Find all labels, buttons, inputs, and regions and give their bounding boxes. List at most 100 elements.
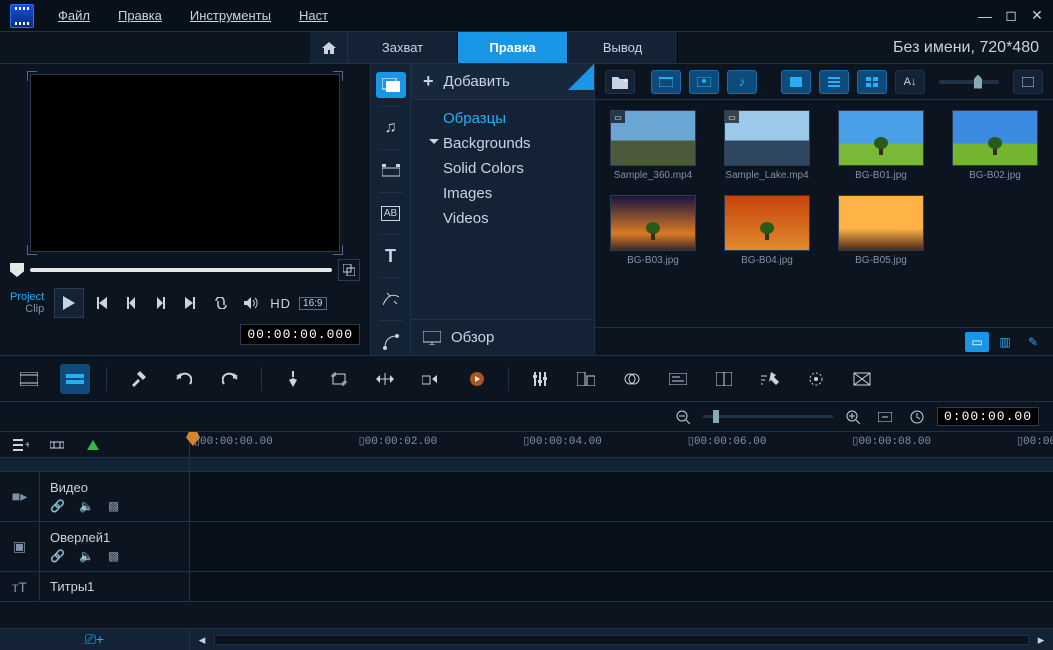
menu-правка[interactable]: Правка — [104, 2, 176, 29]
window-close-button[interactable]: ✕ — [1027, 6, 1047, 26]
hd-toggle[interactable]: HD — [270, 296, 291, 311]
media-clip[interactable]: ▭Sample_Lake.mp4 — [719, 110, 815, 181]
render-button[interactable] — [462, 364, 492, 394]
sort-button[interactable]: A↓ — [895, 70, 925, 94]
scroll-left-button[interactable]: ◂ — [194, 633, 210, 647]
browse-button[interactable]: Обзор — [411, 319, 594, 355]
subtitle-button[interactable] — [663, 364, 693, 394]
media-clip[interactable]: ▭Sample_360.mp4 — [605, 110, 701, 181]
track-options-button[interactable]: + — [10, 435, 32, 455]
window-minimize-button[interactable]: — — [975, 6, 995, 26]
import-folder-button[interactable]: + — [605, 70, 635, 94]
timeline-scrollbar[interactable] — [214, 635, 1029, 645]
time-button[interactable] — [905, 405, 929, 429]
mixer-button[interactable] — [525, 364, 555, 394]
fit-timeline-button[interactable] — [873, 405, 897, 429]
tree-item[interactable]: Videos — [429, 206, 584, 231]
media-clip[interactable]: BG-B02.jpg — [947, 110, 1043, 181]
zoom-out-button[interactable] — [671, 405, 695, 429]
overlay-button[interactable] — [617, 364, 647, 394]
tree-item[interactable]: Образцы — [429, 106, 584, 131]
multicam-button[interactable] — [847, 364, 877, 394]
link-icon[interactable]: 🔗 — [50, 499, 65, 513]
window-maximize-button[interactable]: ◻ — [1001, 6, 1021, 26]
scroll-right-button[interactable]: ▸ — [1033, 633, 1049, 647]
footer-view-b[interactable]: ▥ — [993, 332, 1017, 352]
track-header[interactable]: Оверлей1🔗🔈▩ — [40, 522, 190, 571]
motion-button[interactable] — [755, 364, 785, 394]
zoom-in-button[interactable] — [841, 405, 865, 429]
track-lane[interactable] — [190, 472, 1053, 521]
record-button[interactable] — [278, 364, 308, 394]
mode-tab-правка[interactable]: Правка — [458, 32, 568, 63]
mute-icon[interactable]: 🔈 — [79, 549, 94, 563]
aspect-toggle[interactable]: 16:9 — [299, 297, 326, 310]
footer-edit[interactable]: ✎ — [1021, 332, 1045, 352]
menu-файл[interactable]: Файл — [44, 2, 104, 29]
marker-button[interactable] — [324, 364, 354, 394]
preview-monitor[interactable] — [30, 74, 340, 252]
redo-button[interactable] — [215, 364, 245, 394]
fx-slot-icon[interactable]: ▩ — [108, 499, 119, 513]
play-button[interactable] — [54, 288, 84, 318]
timeline-timecode[interactable]: 0:00:00.00 — [937, 407, 1039, 426]
goto-end-button[interactable] — [180, 292, 202, 314]
view-thumb-button[interactable] — [781, 70, 811, 94]
timeline-zoom-slider[interactable] — [703, 415, 833, 418]
footer-view-a[interactable]: ▭ — [965, 332, 989, 352]
next-frame-button[interactable] — [150, 292, 172, 314]
preview-mode-labels[interactable]: Project Clip — [10, 291, 48, 315]
insert-button[interactable] — [416, 364, 446, 394]
tree-item[interactable]: Backgrounds — [429, 131, 584, 156]
menu-инструменты[interactable]: Инструменты — [176, 2, 285, 29]
ripple-button[interactable] — [82, 435, 104, 455]
media-clip[interactable]: BG-B01.jpg — [833, 110, 929, 181]
libtab-title[interactable]: AB — [376, 200, 406, 226]
mode-tab-захват[interactable]: Захват — [348, 32, 458, 63]
mute-icon[interactable]: 🔈 — [79, 499, 94, 513]
storyboard-mode-button[interactable] — [14, 364, 44, 394]
filter-image-button[interactable] — [689, 70, 719, 94]
view-grid-button[interactable] — [857, 70, 887, 94]
track-lane[interactable] — [190, 522, 1053, 571]
track-header[interactable]: Видео🔗🔈▩ — [40, 472, 190, 521]
tools-button[interactable] — [123, 364, 153, 394]
pin-icon[interactable] — [568, 64, 594, 90]
snapping-button[interactable] — [46, 435, 68, 455]
timeline-mode-button[interactable] — [60, 364, 90, 394]
menu-наст[interactable]: Наст — [285, 2, 342, 29]
libtab-audio[interactable]: ♫ — [376, 115, 406, 141]
home-button[interactable] — [310, 32, 348, 63]
timeline-ruler[interactable]: ▯00:00:00.00▯00:00:02.00▯00:00:04.00▯00:… — [190, 432, 1053, 457]
volume-button[interactable] — [240, 292, 262, 314]
mode-tab-вывод[interactable]: Вывод — [568, 32, 678, 63]
goto-start-button[interactable] — [90, 292, 112, 314]
seek-track[interactable] — [30, 268, 332, 272]
media-clip[interactable]: BG-B05.jpg — [833, 195, 929, 266]
fx-slot-icon[interactable]: ▩ — [108, 549, 119, 563]
libtab-media[interactable] — [376, 72, 406, 98]
undo-button[interactable] — [169, 364, 199, 394]
libtab-text[interactable]: T — [376, 243, 406, 269]
filter-audio-button[interactable]: ♪ — [727, 70, 757, 94]
filter-video-button[interactable] — [651, 70, 681, 94]
loop-button[interactable] — [210, 292, 232, 314]
stretch-button[interactable] — [370, 364, 400, 394]
add-track-button[interactable]: ⎚+ — [85, 631, 104, 648]
tree-item[interactable]: Solid Colors — [429, 156, 584, 181]
track-header[interactable]: Титры1 — [40, 572, 190, 601]
media-clip[interactable]: BG-B03.jpg — [605, 195, 701, 266]
view-list-button[interactable] — [819, 70, 849, 94]
enlarge-preview-button[interactable] — [338, 259, 360, 281]
libtab-transition[interactable] — [376, 158, 406, 184]
thumb-zoom-slider[interactable] — [939, 80, 999, 84]
add-media-button[interactable]: + Добавить — [411, 64, 594, 100]
track-lane[interactable] — [190, 572, 1053, 601]
preview-timecode[interactable]: 00:00:00.000 — [240, 324, 360, 345]
seek-handle[interactable] — [10, 263, 24, 277]
link-icon[interactable]: 🔗 — [50, 549, 65, 563]
ducking-button[interactable] — [571, 364, 601, 394]
libtab-path[interactable] — [376, 329, 406, 355]
track-motion-button[interactable] — [801, 364, 831, 394]
expand-browser-button[interactable] — [1013, 70, 1043, 94]
